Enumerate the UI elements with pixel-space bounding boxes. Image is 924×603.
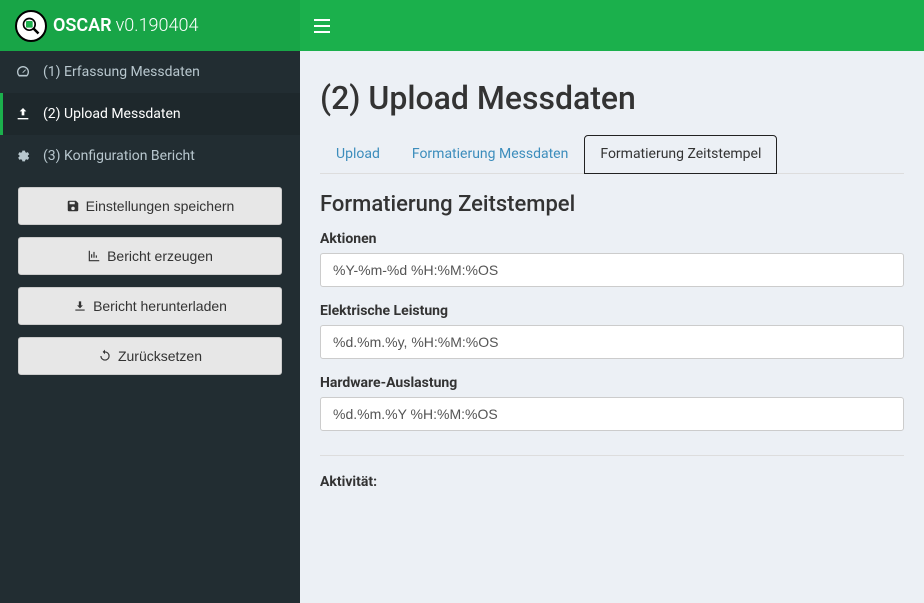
section-title: Formatierung Zeitstempel — [320, 192, 904, 217]
main-wrapper: (1) Erfassung Messdaten (2) Upload Messd… — [0, 51, 924, 603]
refresh-icon — [98, 349, 112, 363]
page-title: (2) Upload Messdaten — [320, 79, 904, 117]
form-group-aktionen: Aktionen — [320, 231, 904, 287]
button-label: Einstellungen speichern — [86, 198, 235, 214]
reset-button[interactable]: Zurücksetzen — [18, 337, 282, 375]
header: OSCAR v0.190404 — [0, 0, 924, 51]
sidebar-toggle-button[interactable] — [300, 0, 344, 51]
upload-icon — [15, 106, 35, 122]
button-label: Bericht herunterladen — [93, 298, 227, 314]
sidebar-item-konfiguration[interactable]: (3) Konfiguration Bericht — [0, 135, 300, 177]
form-group-hardware: Hardware-Auslastung — [320, 375, 904, 431]
input-leistung[interactable] — [320, 325, 904, 359]
app-name: OSCAR — [53, 15, 112, 36]
sidebar-item-upload[interactable]: (2) Upload Messdaten — [0, 93, 300, 135]
dashboard-icon — [15, 64, 35, 80]
tab-upload[interactable]: Upload — [320, 135, 396, 173]
tab-formatierung-zeitstempel[interactable]: Formatierung Zeitstempel — [584, 135, 777, 174]
bar-chart-icon — [87, 249, 101, 263]
sidebar: (1) Erfassung Messdaten (2) Upload Messd… — [0, 51, 300, 603]
logo-section[interactable]: OSCAR v0.190404 — [0, 0, 300, 51]
content: (2) Upload Messdaten Upload Formatierung… — [300, 51, 924, 603]
label-aktionen: Aktionen — [320, 231, 904, 247]
sidebar-buttons: Einstellungen speichern Bericht erzeugen… — [0, 177, 300, 397]
hamburger-icon — [314, 19, 330, 33]
save-settings-button[interactable]: Einstellungen speichern — [18, 187, 282, 225]
app-logo-icon — [15, 10, 47, 42]
label-hardware: Hardware-Auslastung — [320, 375, 904, 391]
divider — [320, 455, 904, 456]
download-icon — [73, 299, 87, 313]
cogs-icon — [15, 148, 35, 164]
input-aktionen[interactable] — [320, 253, 904, 287]
label-leistung: Elektrische Leistung — [320, 303, 904, 319]
save-icon — [66, 199, 80, 213]
app-version: v0.190404 — [116, 15, 199, 36]
input-hardware[interactable] — [320, 397, 904, 431]
sidebar-item-label: (2) Upload Messdaten — [43, 106, 181, 122]
generate-report-button[interactable]: Bericht erzeugen — [18, 237, 282, 275]
tab-formatierung-messdaten[interactable]: Formatierung Messdaten — [396, 135, 585, 173]
button-label: Zurücksetzen — [118, 348, 202, 364]
form-group-leistung: Elektrische Leistung — [320, 303, 904, 359]
download-report-button[interactable]: Bericht herunterladen — [18, 287, 282, 325]
tabs: Upload Formatierung Messdaten Formatieru… — [320, 135, 904, 174]
button-label: Bericht erzeugen — [107, 248, 213, 264]
sidebar-item-label: (1) Erfassung Messdaten — [43, 64, 200, 80]
sidebar-item-label: (3) Konfiguration Bericht — [43, 148, 195, 164]
activity-label: Aktivität: — [320, 474, 904, 490]
sidebar-item-erfassung[interactable]: (1) Erfassung Messdaten — [0, 51, 300, 93]
